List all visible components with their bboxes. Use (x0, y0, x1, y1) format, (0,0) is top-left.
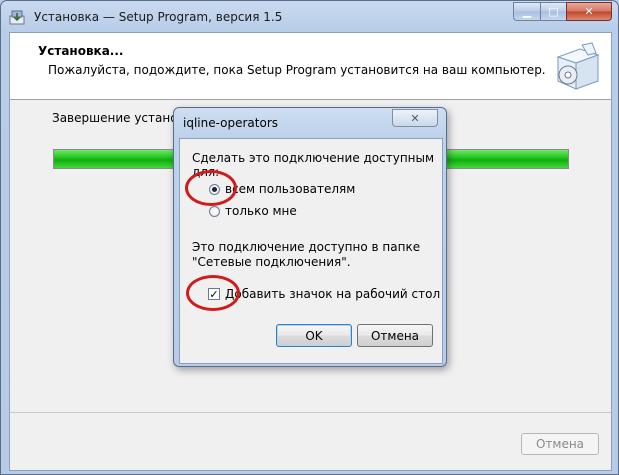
title-bar[interactable]: Установка — Setup Program, версия 1.5 ▁ … (1, 1, 618, 33)
close-icon: ✕ (410, 111, 420, 125)
ok-button[interactable]: OK (276, 324, 352, 347)
install-box-icon (556, 42, 600, 90)
dialog-close-button[interactable]: ✕ (392, 109, 438, 127)
annotation-ring-checkbox (186, 275, 240, 311)
setup-app-icon (9, 10, 25, 25)
radio-all-users-label[interactable]: всем пользователям (225, 182, 355, 196)
close-icon: ✕ (584, 5, 594, 18)
page-subtitle: Пожалуйста, подождите, пока Setup Progra… (48, 63, 546, 77)
footer-divider (10, 412, 611, 413)
maximize-icon: □ (548, 5, 559, 18)
close-button[interactable]: ✕ (566, 2, 612, 21)
caption-buttons: ▁ □ ✕ (513, 2, 612, 21)
sharing-dialog: iqline-operators ✕ Сделать это подключен… (173, 107, 447, 367)
radio-only-me[interactable] (209, 206, 220, 217)
cancel-button[interactable]: Отмена (521, 433, 599, 455)
dialog-cancel-button[interactable]: Отмена (357, 324, 433, 347)
minimize-icon: ▁ (522, 5, 532, 18)
window-title: Установка — Setup Program, версия 1.5 (34, 10, 283, 24)
page-title: Установка... (38, 44, 124, 58)
desktop-shortcut-label[interactable]: Добавить значок на рабочий стол (225, 287, 440, 301)
maximize-button[interactable]: □ (540, 2, 566, 21)
connection-info-text: Это подключение доступно в папке "Сетевы… (192, 240, 421, 269)
installer-header: Установка... Пожалуйста, подождите, пока… (10, 33, 611, 100)
annotation-ring-radio (185, 170, 237, 206)
minimize-button[interactable]: ▁ (513, 2, 540, 21)
dialog-title: iqline-operators (183, 116, 279, 130)
radio-only-me-label[interactable]: только мне (225, 204, 297, 218)
